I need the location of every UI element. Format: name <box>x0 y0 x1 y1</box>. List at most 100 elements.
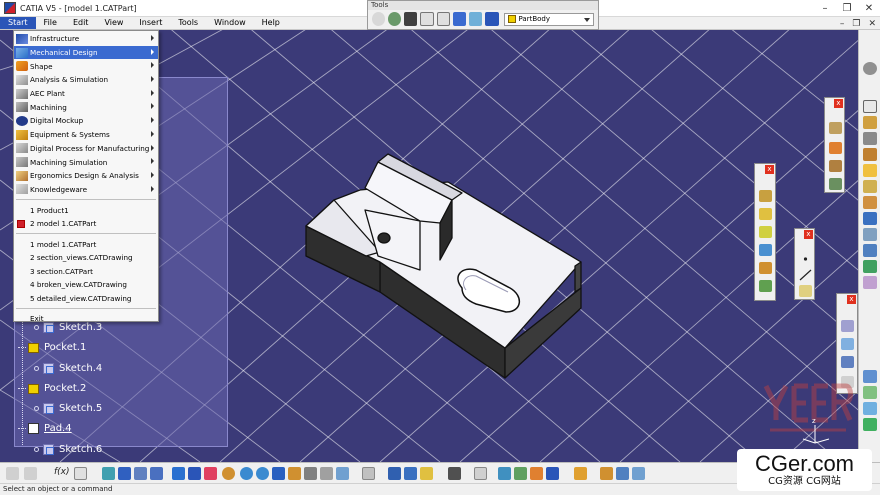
recent-file-4[interactable]: 4 broken_view.CATDrawing <box>14 278 158 292</box>
zoom-in-icon[interactable] <box>240 467 253 480</box>
start-menu-digital-mockup[interactable]: Digital Mockup <box>14 114 158 128</box>
sketch-plane-icon[interactable] <box>863 100 877 113</box>
measure-icon[interactable] <box>420 12 434 26</box>
rib-icon[interactable] <box>759 280 772 292</box>
split-icon[interactable] <box>863 386 877 399</box>
start-menu-machining-simulation[interactable]: Machining Simulation <box>14 155 158 169</box>
close-button[interactable]: ✕ <box>858 3 880 14</box>
doc-close-button[interactable]: ✕ <box>868 19 876 29</box>
hole-side-icon[interactable] <box>863 164 877 177</box>
paint-icon[interactable] <box>574 467 587 480</box>
sketcher-grid-icon[interactable] <box>362 467 375 480</box>
chamfer-side-icon[interactable] <box>863 196 877 209</box>
axis-system-icon[interactable] <box>404 12 418 26</box>
undo-icon[interactable] <box>6 467 19 480</box>
draft-icon[interactable] <box>829 160 842 172</box>
pan-icon[interactable] <box>204 467 217 480</box>
open-doc-product1[interactable]: 1 Product1 <box>14 203 158 217</box>
zoom-out-icon[interactable] <box>256 467 269 480</box>
fly-mode-icon[interactable] <box>172 467 185 480</box>
sketcher-icon[interactable] <box>863 62 877 75</box>
start-menu-machining[interactable]: Machining <box>14 100 158 114</box>
fillet-icon[interactable] <box>829 122 842 134</box>
shaft-side-icon[interactable] <box>863 148 877 161</box>
fit-all-icon[interactable] <box>188 467 201 480</box>
recent-file-5[interactable]: 5 detailed_view.CATDrawing <box>14 291 158 305</box>
hole-icon[interactable] <box>759 262 772 274</box>
draft-side-icon[interactable] <box>863 212 877 225</box>
sew-surface-icon[interactable] <box>863 418 877 431</box>
shell-icon[interactable] <box>829 178 842 190</box>
start-menu-equipment-systems[interactable]: Equipment & Systems <box>14 128 158 142</box>
tree-node-pocket2[interactable]: Pocket.2 <box>18 383 86 394</box>
rotate-icon[interactable] <box>222 467 235 480</box>
compass-icon[interactable]: z <box>795 413 835 453</box>
maximize-button[interactable]: ❐ <box>836 3 858 14</box>
select-icon[interactable] <box>134 467 147 480</box>
sketch-solving-icon[interactable] <box>474 467 487 480</box>
properties-icon[interactable] <box>600 467 613 480</box>
start-menu-infrastructure[interactable]: Infrastructure <box>14 32 158 46</box>
menu-help[interactable]: Help <box>254 17 288 29</box>
quick-select-icon[interactable] <box>150 467 163 480</box>
update-icon[interactable] <box>372 12 386 26</box>
menu-insert[interactable]: Insert <box>131 17 170 29</box>
render-icon[interactable] <box>514 467 527 480</box>
hide-show-icon[interactable] <box>320 467 333 480</box>
tree-node-sketch6[interactable]: Sketch.6 <box>34 444 102 455</box>
normal-view-icon[interactable] <box>272 467 285 480</box>
start-menu-aec-plant[interactable]: AEC Plant <box>14 87 158 101</box>
apply-material-icon[interactable] <box>498 467 511 480</box>
recent-file-3[interactable]: 3 section.CATPart <box>14 264 158 278</box>
thickness-side-icon[interactable] <box>863 244 877 257</box>
start-menu-digital-process[interactable]: Digital Process for Manufacturing <box>14 142 158 156</box>
redo-icon[interactable] <box>24 467 37 480</box>
geometry-icon[interactable] <box>388 467 401 480</box>
fillet-side-icon[interactable] <box>863 180 877 193</box>
doc-restore-button[interactable]: ❐ <box>852 19 860 29</box>
pan-mode-icon[interactable] <box>118 467 131 480</box>
start-menu-analysis-simulation[interactable]: Analysis & Simulation <box>14 73 158 87</box>
shading-icon[interactable] <box>304 467 317 480</box>
close-icon[interactable]: x <box>765 165 774 174</box>
point-icon[interactable] <box>799 253 812 265</box>
close-icon[interactable]: x <box>804 230 813 239</box>
menu-file[interactable]: File <box>36 17 65 29</box>
layer-icon[interactable] <box>546 467 559 480</box>
analysis-view-icon[interactable] <box>632 467 645 480</box>
sketch-analysis-icon[interactable] <box>102 467 115 480</box>
pad-side-icon[interactable] <box>863 116 877 129</box>
doc-minimize-button[interactable]: – <box>840 19 845 29</box>
pocket-side-icon[interactable] <box>863 132 877 145</box>
close-icon[interactable]: x <box>834 99 843 108</box>
boolean-icon[interactable] <box>863 370 877 383</box>
formula-icon[interactable]: f(x) <box>54 467 70 477</box>
thread-side-icon[interactable] <box>863 260 877 273</box>
plane-icon[interactable] <box>799 285 812 297</box>
menu-view[interactable]: View <box>96 17 131 29</box>
close-surface-icon[interactable] <box>863 402 877 415</box>
body-icon[interactable] <box>469 12 483 26</box>
photo-studio-icon[interactable] <box>530 467 543 480</box>
current-body-select[interactable]: PartBody <box>503 12 595 26</box>
menu-edit[interactable]: Edit <box>65 17 97 29</box>
cut-part-icon[interactable] <box>448 467 461 480</box>
knowledge-icon[interactable] <box>74 467 87 480</box>
close-icon[interactable]: x <box>847 295 856 304</box>
translate-icon[interactable] <box>841 320 854 332</box>
measure-between-icon[interactable] <box>436 12 451 26</box>
tree-node-sketch4[interactable]: Sketch.4 <box>34 363 102 374</box>
pattern-icon[interactable] <box>841 356 854 368</box>
swap-visible-icon[interactable] <box>336 467 349 480</box>
start-menu-shape[interactable]: Shape <box>14 59 158 73</box>
recent-file-2[interactable]: 2 section_views.CATDrawing <box>14 251 158 265</box>
groove-icon[interactable] <box>759 244 772 256</box>
recent-file-1[interactable]: 1 model 1.CATPart <box>14 237 158 251</box>
start-menu-exit[interactable]: Exit <box>14 312 158 326</box>
chamfer-icon[interactable] <box>829 142 842 154</box>
pad-tool-icon[interactable] <box>759 190 772 202</box>
menu-tools[interactable]: Tools <box>170 17 206 29</box>
tree-node-pad4[interactable]: Pad.4 <box>18 423 72 434</box>
bottle-icon[interactable] <box>420 467 433 480</box>
shaft-icon[interactable] <box>759 226 772 238</box>
